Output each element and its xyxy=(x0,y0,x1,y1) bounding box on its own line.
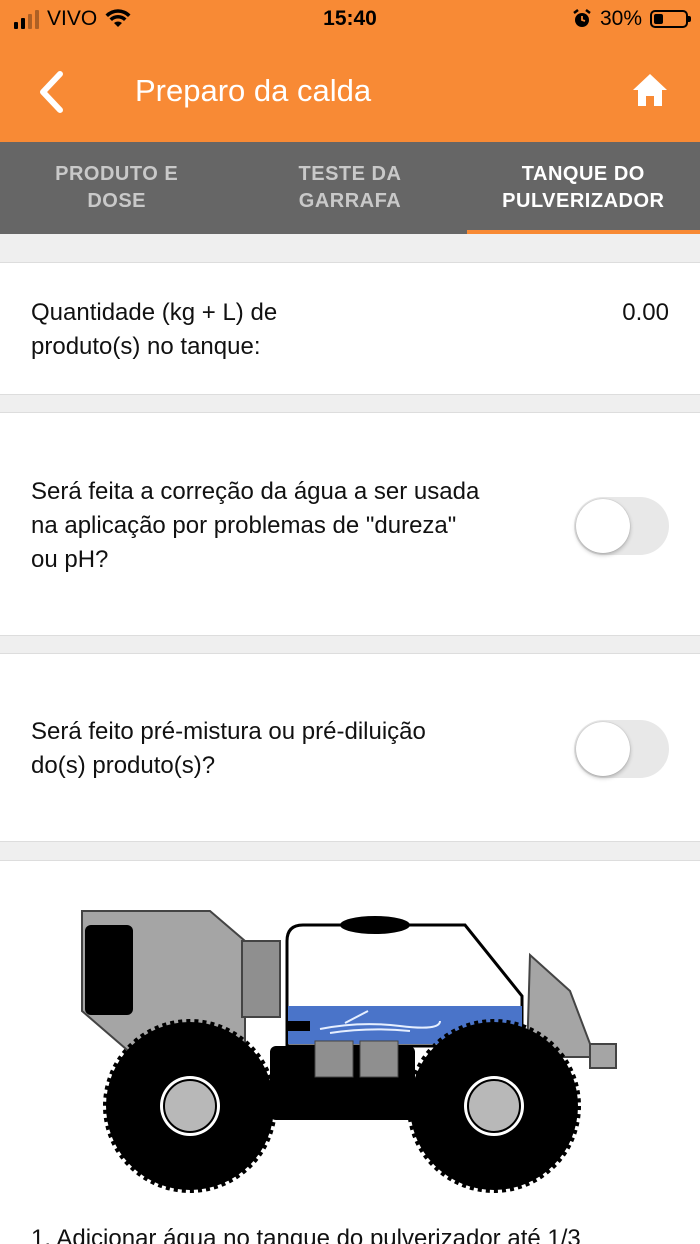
toggle-knob xyxy=(576,722,630,776)
tab-tanque-do-pulverizador[interactable]: TANQUE DO PULVERIZADOR xyxy=(466,142,700,234)
premix-toggle[interactable] xyxy=(574,720,669,778)
quantity-value: 0.00 xyxy=(622,299,669,326)
sprayer-tractor-image xyxy=(81,910,617,1193)
battery-icon xyxy=(650,10,691,28)
tab-produto-e-dose[interactable]: PRODUTO E DOSE xyxy=(0,142,233,234)
premix-label: Será feito pré-mistura ou pré-diluição d… xyxy=(31,718,426,779)
rear-wheel xyxy=(407,1019,581,1193)
battery-percent: 30% xyxy=(599,7,642,30)
quantity-card: Quantidade (kg + L) de produto(s) no tan… xyxy=(0,262,700,395)
water-correction-toggle[interactable] xyxy=(574,497,669,555)
home-button[interactable] xyxy=(630,70,670,110)
alarm-icon xyxy=(573,9,591,27)
navigation-bar: Preparo da calda xyxy=(0,55,700,130)
tab-teste-da-garrafa[interactable]: TESTE DA GARRAFA xyxy=(233,142,466,234)
water-correction-card: Será feita a correção da água a ser usad… xyxy=(0,412,700,636)
status-bar: VIVO 15:40 30% xyxy=(0,0,700,40)
app-header: VIVO 15:40 30% Preparo da calda xyxy=(0,0,700,142)
front-wheel xyxy=(103,1019,277,1193)
tab-bar: PRODUTO E DOSE TESTE DA GARRAFA TANQUE D… xyxy=(0,142,700,234)
toggle-knob xyxy=(576,499,630,553)
page-title: Preparo da calda xyxy=(135,73,372,108)
sprayer-illustration-section: 1. Adicionar água no tanque do pulveriza… xyxy=(0,860,700,1244)
water-correction-label: Será feita a correção da água a ser usad… xyxy=(31,478,480,573)
chevron-left-icon xyxy=(40,71,63,113)
back-button[interactable] xyxy=(30,67,80,117)
premix-card: Será feito pré-mistura ou pré-diluição d… xyxy=(0,653,700,842)
home-icon xyxy=(633,74,667,106)
quantity-label: Quantidade (kg + L) de produto(s) no tan… xyxy=(31,299,278,360)
instruction-step-1: 1. Adicionar água no tanque do pulveriza… xyxy=(31,1225,581,1244)
